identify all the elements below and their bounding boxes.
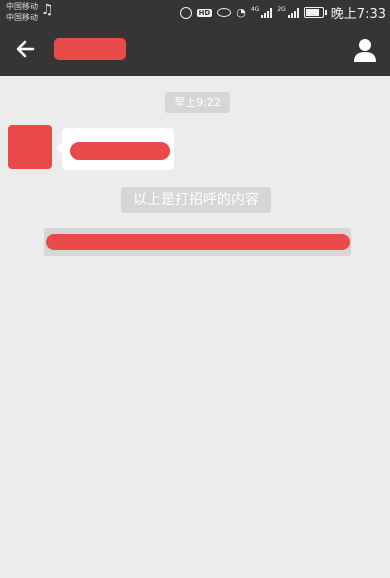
carrier-labels: 中国移动 中国移动 — [6, 1, 38, 23]
eye-icon — [217, 8, 232, 17]
title-bar — [0, 25, 390, 76]
avatar[interactable] — [8, 125, 52, 169]
message-timestamp: 早上9:22 — [165, 92, 230, 113]
profile-icon — [354, 39, 376, 62]
status-indicators: HD ◔ 4G 2G 晚上7:33 — [179, 3, 386, 22]
status-bar: 中国移动 中国移动 ♫ HD ◔ 4G 2G 晚上7:33 — [0, 0, 390, 25]
message-text-redacted — [70, 142, 170, 160]
hd-badge: HD — [196, 8, 213, 17]
back-arrow-icon — [16, 40, 35, 58]
signal-icon-2 — [287, 7, 299, 18]
greeting-notice: 以上是打招呼的内容 — [121, 187, 271, 213]
signal-icon — [261, 7, 273, 18]
alarm-icon — [179, 6, 192, 19]
system-message-redacted — [46, 234, 350, 250]
music-icon: ♫ — [41, 2, 54, 18]
wifi-icon: ◔ — [236, 6, 246, 19]
network-type-2: 2G — [277, 6, 286, 13]
network-type-1: 4G — [250, 6, 260, 13]
battery-icon — [303, 7, 327, 18]
carrier-label-1: 中国移动 — [6, 2, 38, 11]
profile-button[interactable] — [350, 35, 380, 65]
chat-title-redacted — [54, 38, 126, 60]
message-bubble[interactable] — [56, 128, 174, 170]
carrier-label-2: 中国移动 — [6, 13, 38, 22]
system-message — [44, 228, 351, 256]
back-button[interactable] — [10, 33, 42, 65]
status-time: 晚上7:33 — [330, 7, 386, 22]
